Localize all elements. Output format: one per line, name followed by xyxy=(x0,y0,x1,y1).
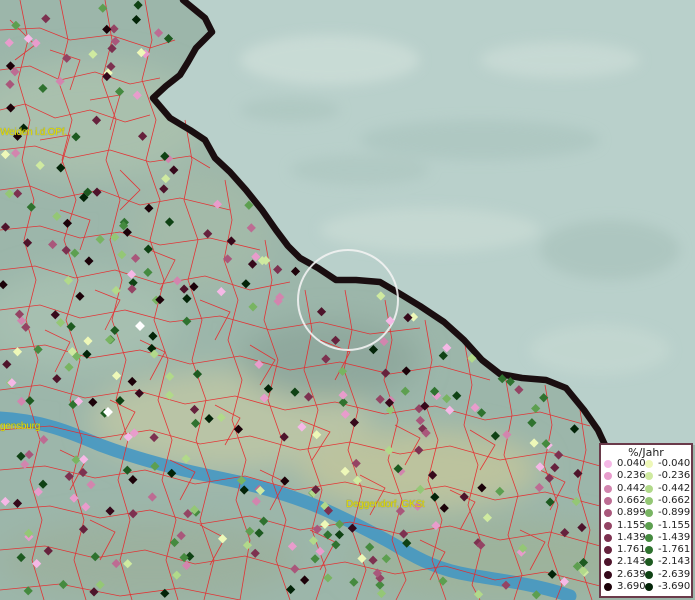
legend-value: 2.639 xyxy=(617,568,646,580)
legend-swatch xyxy=(604,484,612,493)
legend-value: -1.439 xyxy=(658,531,691,543)
legend-value: -0.236 xyxy=(658,470,691,482)
legend-swatch xyxy=(645,484,653,493)
legend-value: -0.899 xyxy=(658,507,691,519)
legend-swatch xyxy=(604,509,612,518)
legend-value: -0.040 xyxy=(658,458,691,469)
place-label-regensburg: gensburg xyxy=(0,421,41,432)
legend-swatch xyxy=(645,509,653,518)
place-label-weiden: Weiden i.d.OPf. xyxy=(0,127,67,138)
legend-value: 0.442 xyxy=(617,482,646,494)
legend-swatch xyxy=(604,546,612,555)
legend-value: 1.155 xyxy=(617,519,646,531)
legend-swatch xyxy=(604,533,612,542)
legend-swatch xyxy=(604,521,612,530)
legend-value: -2.143 xyxy=(658,556,691,568)
map-canvas[interactable] xyxy=(0,0,695,600)
legend-value: -0.442 xyxy=(658,482,691,494)
legend-value: -1.155 xyxy=(658,519,691,531)
legend-panel: %/Jahr 0.040 -0.040 0.236 -0.236 0.442 -0.442… xyxy=(599,443,693,598)
legend-swatch xyxy=(604,570,612,579)
legend-swatch xyxy=(645,521,653,530)
legend-value: -3.690 xyxy=(658,581,691,592)
legend-value: 0.236 xyxy=(617,470,646,482)
legend-value: 1.761 xyxy=(617,544,646,556)
legend-value: -2.639 xyxy=(658,568,691,580)
legend-swatch xyxy=(645,496,653,505)
legend-value: 3.690 xyxy=(617,581,646,592)
legend-swatch xyxy=(645,570,653,579)
legend-value: 1.439 xyxy=(617,531,646,543)
place-label-deggendorf: Deggendorf, GKSt xyxy=(346,499,425,510)
legend-swatch xyxy=(604,496,612,505)
legend-swatch xyxy=(604,460,612,468)
legend-value: -1.761 xyxy=(658,544,691,556)
legend-value: 0.662 xyxy=(617,494,646,506)
legend-swatch xyxy=(604,583,612,591)
legend-swatch xyxy=(604,558,612,567)
legend-swatch xyxy=(604,472,612,481)
legend-swatch xyxy=(645,460,653,468)
legend-swatch xyxy=(645,472,653,481)
legend-value: -0.662 xyxy=(658,494,691,506)
legend-value: 0.040 xyxy=(617,458,646,469)
legend-swatch xyxy=(645,583,653,591)
legend-value: 0.899 xyxy=(617,507,646,519)
legend-swatch xyxy=(645,533,653,542)
legend-value: 2.143 xyxy=(617,556,646,568)
legend-swatch xyxy=(645,558,653,567)
legend-swatch xyxy=(645,546,653,555)
